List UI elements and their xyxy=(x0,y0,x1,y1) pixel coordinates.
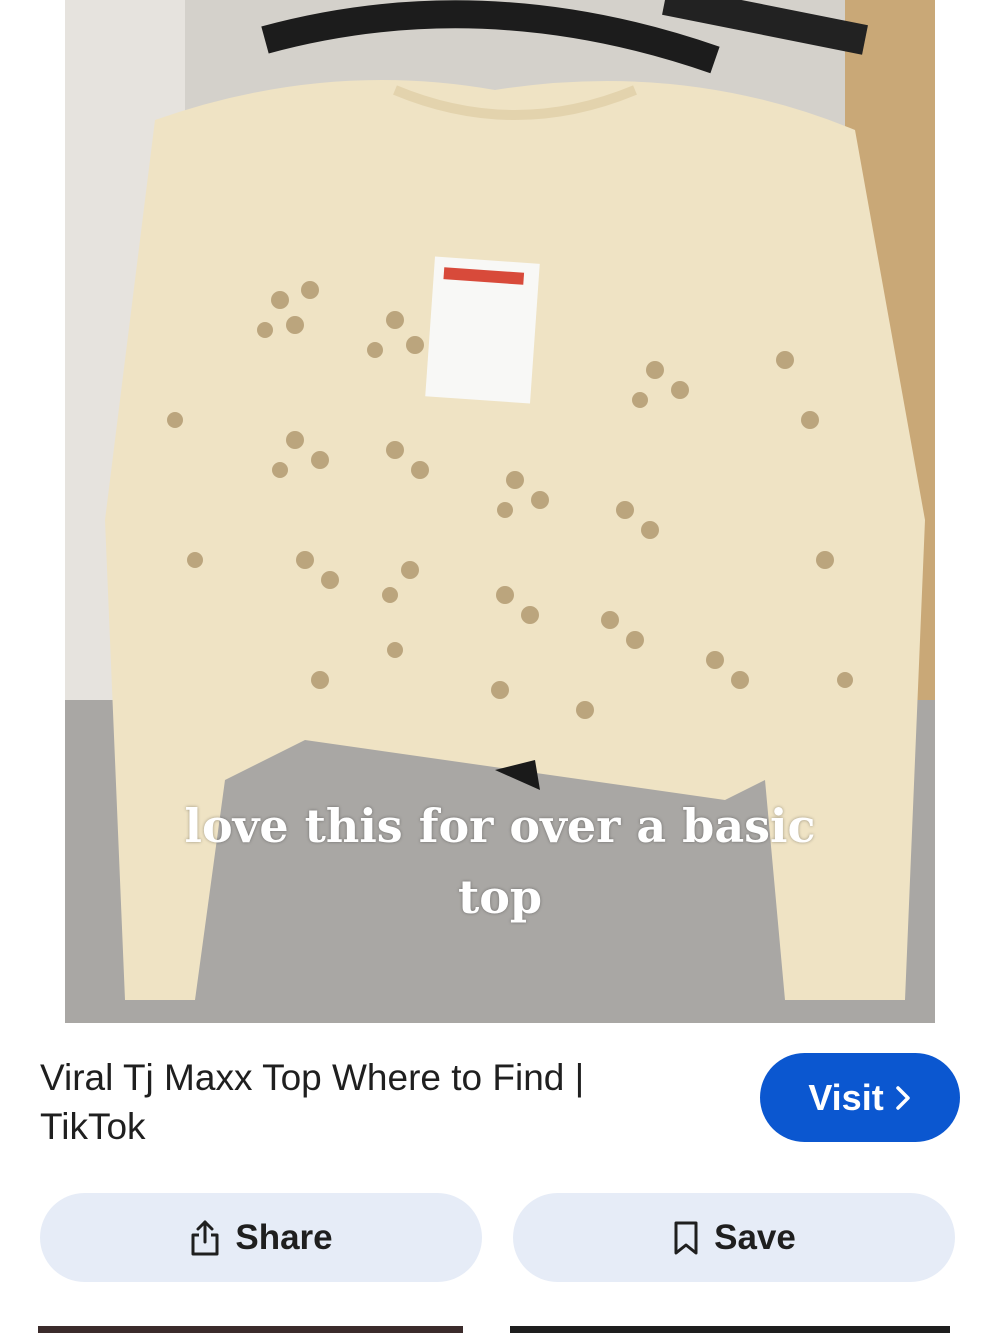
result-title[interactable]: Viral Tj Maxx Top Where to Find | TikTok xyxy=(40,1053,690,1151)
result-info-panel: Viral Tj Maxx Top Where to Find | TikTok… xyxy=(0,1023,1000,1333)
image-caption-line-1: love this for over a basic xyxy=(184,799,816,853)
next-result-thumbnail[interactable] xyxy=(510,1326,950,1333)
visit-button[interactable]: Visit xyxy=(760,1053,960,1142)
next-result-thumbnail[interactable] xyxy=(38,1326,463,1333)
visit-label: Visit xyxy=(808,1076,884,1118)
share-icon xyxy=(189,1218,221,1258)
share-label: Share xyxy=(235,1217,333,1257)
share-button[interactable]: Share xyxy=(40,1193,482,1282)
result-image[interactable]: love this for over a basic top xyxy=(65,0,935,1023)
next-results-preview xyxy=(0,1326,1000,1333)
chevron-right-icon xyxy=(894,1085,912,1111)
bookmark-icon xyxy=(672,1220,700,1256)
save-button[interactable]: Save xyxy=(513,1193,955,1282)
image-caption-line-2: top xyxy=(457,870,543,924)
save-label: Save xyxy=(714,1217,796,1257)
image-viewer: love this for over a basic top xyxy=(0,0,1000,1023)
